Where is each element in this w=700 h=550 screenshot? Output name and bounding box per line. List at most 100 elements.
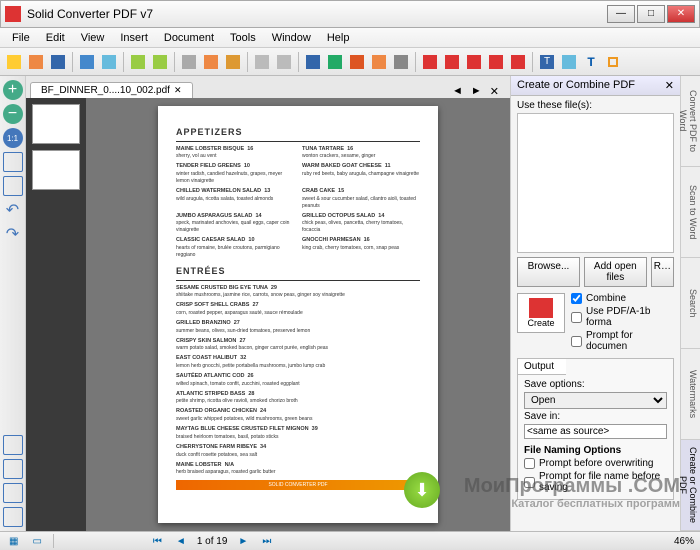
prompt-filename-checkbox[interactable]: Prompt for file name before saving <box>524 471 667 493</box>
copy-icon[interactable] <box>201 52 221 72</box>
cut-icon[interactable] <box>179 52 199 72</box>
thumbnail-1[interactable] <box>32 104 80 144</box>
tab-next-icon[interactable]: ► <box>468 85 485 98</box>
create-button[interactable]: Create <box>517 293 565 333</box>
document-tab[interactable]: BF_DINNER_0....10_002.pdf ✕ <box>30 82 193 98</box>
tab-prev-icon[interactable]: ◄ <box>449 85 466 98</box>
dish-item: CRAB CAKE 15sweet & sour cucumber salad,… <box>302 188 420 210</box>
prev-page-icon[interactable]: ◄ <box>173 536 189 547</box>
tab-close-icon[interactable]: ✕ <box>174 85 182 96</box>
sidetab-create-combine[interactable]: Create or Combine PDF <box>681 440 700 531</box>
menu-edit[interactable]: Edit <box>38 30 73 46</box>
tab-label: BF_DINNER_0....10_002.pdf <box>41 85 170 96</box>
fit-page-icon[interactable]: 1:1 <box>3 128 23 148</box>
dish-item: EAST COAST HALIBUT 32lemon herb gnocchi,… <box>176 355 420 370</box>
dish-item: JUMBO ASPARAGUS SALAD 14speck, marinated… <box>176 213 294 235</box>
sidetab-watermarks[interactable]: Watermarks <box>681 349 700 440</box>
maximize-button[interactable]: □ <box>637 5 665 23</box>
toolbar: T T <box>0 48 700 76</box>
convert-html-icon[interactable] <box>369 52 389 72</box>
print-icon[interactable] <box>77 52 97 72</box>
book-icon[interactable] <box>3 507 23 527</box>
fit-height-icon[interactable] <box>3 176 23 196</box>
convert-ppt-icon[interactable] <box>347 52 367 72</box>
sidetab-convert-word[interactable]: Convert PDF to Word <box>681 76 700 167</box>
crop-icon[interactable] <box>603 52 623 72</box>
rotate-right-icon[interactable]: ↷ <box>3 224 23 244</box>
single-page-icon[interactable] <box>3 435 23 455</box>
right-panel: Create or Combine PDF ✕ Use these file(s… <box>510 76 680 531</box>
rotate-left-icon[interactable]: ↶ <box>3 200 23 220</box>
zoom-out-icon[interactable]: − <box>3 104 23 124</box>
page-icon[interactable] <box>252 52 272 72</box>
dish-item: WARM BAKED GOAT CHEESE 11ruby red beets,… <box>302 163 420 185</box>
combine-checkbox[interactable]: Combine <box>571 293 674 304</box>
new-icon[interactable] <box>4 52 24 72</box>
panel-close-icon[interactable]: ✕ <box>665 79 674 92</box>
paste-icon[interactable] <box>223 52 243 72</box>
thumbnail-2[interactable] <box>32 150 80 190</box>
to-pdf-icon[interactable] <box>420 52 440 72</box>
dish-item: GNOCCHI PARMESAN 16king crab, cherry tom… <box>302 237 420 259</box>
menu-document[interactable]: Document <box>156 30 222 46</box>
close-button[interactable]: ✕ <box>667 5 695 23</box>
dish-item: CHERRYSTONE FARM RIBEYE 34duck confit ro… <box>176 444 420 459</box>
sidetab-search[interactable]: Search <box>681 258 700 349</box>
text-tool-icon[interactable]: T <box>537 52 557 72</box>
next-page-icon[interactable]: ► <box>235 536 251 547</box>
dish-item: GRILLED OCTOPUS SALAD 14chick peas, oliv… <box>302 213 420 235</box>
to-pdf2-icon[interactable] <box>442 52 462 72</box>
thumbnails-view-icon[interactable]: ▦ <box>6 536 21 547</box>
remove-button[interactable]: R… <box>651 257 674 287</box>
add-open-files-button[interactable]: Add open files <box>584 257 647 287</box>
undo-icon[interactable] <box>128 52 148 72</box>
prompt-overwrite-checkbox[interactable]: Prompt before overwriting <box>524 458 667 469</box>
pointer-icon[interactable] <box>559 52 579 72</box>
text2-icon[interactable]: T <box>581 52 601 72</box>
two-page-icon[interactable] <box>3 483 23 503</box>
tab-close-all-icon[interactable]: ✕ <box>487 85 502 98</box>
menu-window[interactable]: Window <box>264 30 319 46</box>
redo-icon[interactable] <box>150 52 170 72</box>
statusbar: ▦ ▭ ⏮ ◄ 1 of 19 ► ⏭ 46% <box>0 531 700 550</box>
save-icon[interactable] <box>48 52 68 72</box>
to-pdf3-icon[interactable] <box>464 52 484 72</box>
convert-txt-icon[interactable] <box>391 52 411 72</box>
files-label: Use these file(s): <box>517 100 674 111</box>
continuous-icon[interactable] <box>3 459 23 479</box>
to-pdf4-icon[interactable] <box>486 52 506 72</box>
window-title: Solid Converter PDF v7 <box>27 7 607 21</box>
email-icon[interactable] <box>99 52 119 72</box>
to-pdf5-icon[interactable] <box>508 52 528 72</box>
menu-view[interactable]: View <box>73 30 113 46</box>
sidetab-scan-word[interactable]: Scan to Word <box>681 167 700 258</box>
menu-help[interactable]: Help <box>319 30 358 46</box>
minimize-button[interactable]: — <box>607 5 635 23</box>
first-page-icon[interactable]: ⏮ <box>150 536 165 547</box>
browse-button[interactable]: Browse... <box>517 257 580 287</box>
menu-file[interactable]: File <box>4 30 38 46</box>
dish-item: SESAME CRUSTED BIG EYE TUNA 29shiitake m… <box>176 285 420 300</box>
fit-width-icon[interactable] <box>3 152 23 172</box>
zoom-level: 46% <box>674 536 694 547</box>
page-info: 1 of 19 <box>197 536 228 547</box>
titlebar: Solid Converter PDF v7 — □ ✕ <box>0 0 700 28</box>
save-in-input[interactable] <box>524 424 667 439</box>
prompt-doc-checkbox[interactable]: Prompt for documen <box>571 330 674 352</box>
menu-insert[interactable]: Insert <box>112 30 156 46</box>
save-options-select[interactable]: Open <box>524 392 667 409</box>
menu-tools[interactable]: Tools <box>222 30 264 46</box>
pages-icon[interactable] <box>274 52 294 72</box>
file-list[interactable] <box>517 113 674 253</box>
zoom-in-icon[interactable]: + <box>3 80 23 100</box>
convert-word-icon[interactable] <box>303 52 323 72</box>
pdfa-checkbox[interactable]: Use PDF/A-1b forma <box>571 306 674 328</box>
output-tab[interactable]: Output <box>518 359 566 375</box>
convert-excel-icon[interactable] <box>325 52 345 72</box>
menubar: File Edit View Insert Document Tools Win… <box>0 28 700 48</box>
page-view[interactable]: APPETIZERS MAINE LOBSTER BISQUE 16sherry… <box>86 98 510 531</box>
open-icon[interactable] <box>26 52 46 72</box>
last-page-icon[interactable]: ⏭ <box>259 536 274 547</box>
left-toolbar: + − 1:1 ↶ ↷ <box>0 76 26 531</box>
page-view-icon[interactable]: ▭ <box>29 536 44 547</box>
